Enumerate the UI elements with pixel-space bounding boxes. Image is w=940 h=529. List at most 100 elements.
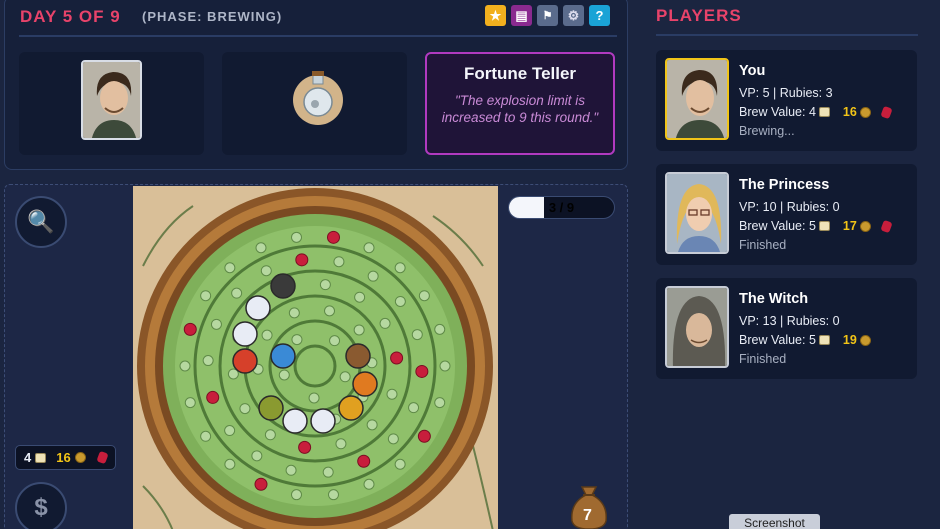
gold-value: 16 [842, 105, 857, 119]
cauldron-illustration [133, 186, 498, 529]
board-space [239, 403, 251, 415]
progress-text: 3 / 9 [548, 200, 575, 215]
ruby-space [295, 253, 309, 267]
brew-value: Brew Value: 5 [739, 219, 816, 233]
ruby-space [417, 429, 431, 443]
board-space [285, 464, 297, 476]
help-icon[interactable]: ? [589, 5, 610, 26]
ruby-space [298, 440, 312, 454]
board-space [386, 388, 398, 400]
board-space [224, 262, 236, 274]
gear-icon[interactable]: ⚙ [563, 5, 584, 26]
board-space [202, 355, 214, 367]
board-space [308, 392, 320, 404]
board-space [328, 489, 340, 501]
bag-count: 7 [583, 507, 592, 524]
ruby-space [390, 351, 404, 365]
ruby-icon [96, 450, 109, 465]
vp-value: 4 [24, 450, 32, 465]
gold-value: 19 [842, 333, 857, 347]
player-brew: Brew Value: 5 17 [739, 219, 893, 233]
ruby-icon [880, 219, 893, 233]
scroll-icon [818, 221, 830, 231]
board-space [200, 430, 212, 442]
brew-value: Brew Value: 5 [739, 333, 816, 347]
player-status: Finished [739, 238, 787, 252]
board-space [353, 324, 365, 336]
ingredient-chip [345, 343, 371, 369]
board-space [366, 419, 378, 431]
player-card-witch[interactable]: The Witch VP: 13 | Rubies: 0 Brew Value:… [656, 278, 917, 379]
board-space [184, 397, 196, 409]
coin-icon [74, 452, 86, 463]
book-icon[interactable]: ▤ [511, 5, 532, 26]
board-space [179, 360, 191, 372]
player-portrait [665, 172, 729, 254]
ingredient-chip [270, 343, 296, 369]
event-panel: DAY 5 OF 9 (PHASE: BREWING) ★ ▤ ⚑ ⚙ ? Fo… [4, 0, 628, 170]
board-space [324, 305, 336, 317]
player-name: The Princess [739, 177, 830, 193]
current-player-card [19, 52, 204, 155]
board-space [290, 231, 302, 243]
board-space [333, 256, 345, 268]
scroll-icon [818, 107, 830, 117]
board-space [260, 265, 272, 277]
player-status: Finished [739, 352, 787, 366]
ingredient-chip [245, 295, 271, 321]
board-space [231, 287, 243, 299]
board-space [408, 402, 420, 414]
ruby-space [206, 390, 220, 404]
gold-value: 17 [842, 219, 857, 233]
dollar-icon: $ [34, 494, 48, 521]
shop-button[interactable]: $ [15, 482, 67, 529]
board-space [394, 458, 406, 470]
header-divider [19, 35, 617, 37]
board-space [322, 466, 334, 478]
board-space [224, 425, 236, 437]
star-icon[interactable]: ★ [485, 5, 506, 26]
board-space [354, 291, 366, 303]
cauldron-board[interactable] [133, 186, 498, 529]
player-vp: VP: 5 | Rubies: 3 [739, 86, 833, 100]
player-portrait [665, 58, 729, 140]
coin-icon [859, 220, 871, 232]
board-space [367, 270, 379, 282]
magnifier-button[interactable]: 🔍 [15, 196, 67, 248]
board-space [264, 429, 276, 441]
ingredient-chip [258, 395, 284, 421]
player-vp: VP: 10 | Rubies: 0 [739, 200, 840, 214]
screenshot-button[interactable]: Screenshot [729, 514, 820, 529]
board-space [291, 334, 303, 346]
board-space [251, 450, 263, 462]
ruby-space [254, 477, 268, 491]
board-space [319, 279, 331, 291]
scroll-icon [35, 452, 47, 463]
player-portrait [665, 286, 729, 368]
board-space [434, 323, 446, 335]
gold-value: 16 [56, 450, 71, 465]
ingredient-chip [282, 408, 308, 434]
ingredient-chip [310, 408, 336, 434]
player-card-princess[interactable]: The Princess VP: 10 | Rubies: 0 Brew Val… [656, 164, 917, 265]
flag-icon[interactable]: ⚑ [537, 5, 558, 26]
board-space [261, 329, 273, 341]
coin-icon [859, 334, 871, 346]
board-space [329, 335, 341, 347]
players-divider [656, 34, 918, 36]
player-status: Brewing... [739, 124, 795, 138]
player-card-you[interactable]: You VP: 5 | Rubies: 3 Brew Value: 4 16 B… [656, 50, 917, 151]
board-space [255, 242, 267, 254]
ruby-icon [880, 105, 893, 119]
header-icon-bar: ★ ▤ ⚑ ⚙ ? [485, 5, 610, 26]
ingredient-chip [232, 321, 258, 347]
event-title: Fortune Teller [463, 64, 577, 83]
ruby-space [327, 230, 341, 244]
board-space [394, 295, 406, 307]
board-space [379, 317, 391, 329]
player-brew: Brew Value: 4 16 [739, 105, 893, 119]
brew-stats: 4 16 [15, 445, 116, 470]
player-portrait [81, 60, 142, 140]
ingredient-chip [232, 348, 258, 374]
magnifier-icon: 🔍 [27, 209, 55, 234]
